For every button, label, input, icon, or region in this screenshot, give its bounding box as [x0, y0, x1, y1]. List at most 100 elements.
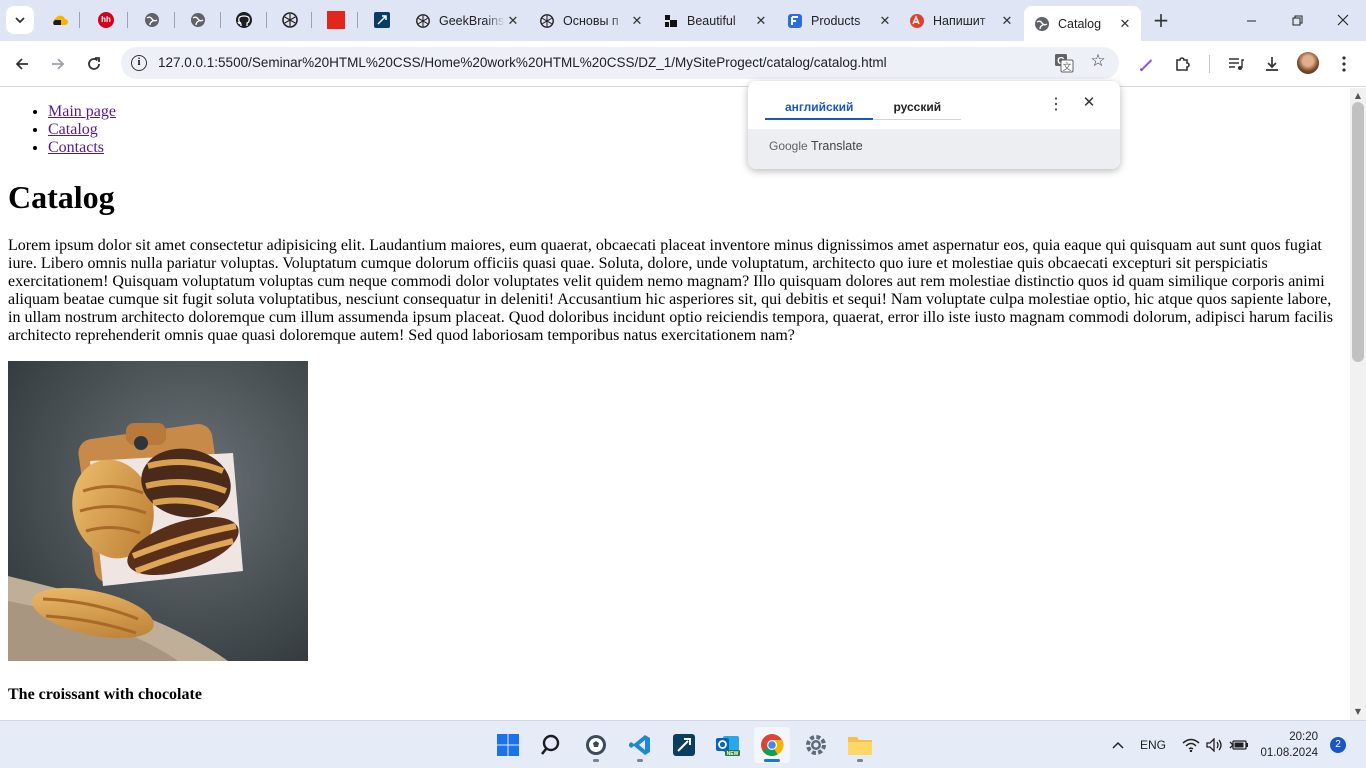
address-bar[interactable]: i 127.0.0.1:5500/Seminar%20HTML%20CSS/Ho…: [121, 47, 1119, 79]
pinned-tab-globe-1[interactable]: [141, 9, 163, 31]
bookmark-star-icon[interactable]: ☆: [1087, 51, 1109, 73]
scroll-down-arrow-icon[interactable]: ▼: [1353, 707, 1363, 717]
tab-title: Основы п: [563, 13, 619, 28]
red-square-icon: [327, 11, 345, 29]
taskbar-app-chrome[interactable]: [754, 727, 790, 763]
extensions-puzzle-icon[interactable]: [1171, 52, 1195, 76]
taskbar-app-game[interactable]: [578, 727, 614, 763]
translate-icon: G文: [1055, 54, 1074, 73]
tab-separator: [79, 12, 80, 28]
gear-icon: [806, 735, 826, 755]
openai-icon: [415, 13, 431, 29]
pinned-tab-globe-2[interactable]: [187, 9, 209, 31]
close-icon: [1337, 14, 1349, 26]
tab-beautiful[interactable]: Beautiful ✕: [653, 6, 777, 35]
minimize-button[interactable]: [1228, 8, 1274, 32]
close-icon[interactable]: ✕: [1081, 93, 1097, 113]
volume-icon[interactable]: [1206, 721, 1224, 768]
pen-app-icon: [374, 12, 390, 28]
close-icon[interactable]: ✕: [629, 13, 645, 29]
translate-app-icon: [909, 13, 925, 29]
vertical-scrollbar[interactable]: ▲ ▼: [1350, 88, 1366, 720]
tab-separator: [357, 12, 358, 28]
start-button[interactable]: [490, 727, 526, 763]
openai-icon: [282, 12, 298, 28]
download-icon[interactable]: [1260, 52, 1284, 76]
close-icon[interactable]: ✕: [1117, 16, 1133, 32]
folder-icon: [848, 737, 872, 755]
close-window-button[interactable]: [1320, 8, 1366, 32]
globe-icon: [145, 13, 159, 27]
pinned-tab-openai[interactable]: [279, 9, 301, 31]
back-button[interactable]: [8, 50, 36, 78]
taskbar-app-pen[interactable]: [666, 727, 702, 763]
reload-button[interactable]: [80, 50, 108, 78]
page-viewport: Main page Catalog Contacts Catalog Lorem…: [0, 88, 1350, 720]
site-info-icon[interactable]: i: [131, 55, 147, 71]
forward-button[interactable]: [44, 50, 72, 78]
pinned-tab-hh[interactable]: hh: [95, 9, 117, 31]
taskbar-app-explorer[interactable]: [842, 727, 878, 763]
pinned-tab-cloud[interactable]: [49, 9, 71, 31]
tab-geekbrains[interactable]: GeekBrains ✕: [405, 6, 529, 35]
wifi-icon[interactable]: [1182, 721, 1200, 768]
nav-item-main: Main page: [48, 103, 116, 121]
pinned-tab-red[interactable]: [325, 9, 347, 31]
running-indicator: [857, 759, 863, 762]
svg-text:文: 文: [1062, 61, 1071, 73]
tab-title: Catalog: [1058, 16, 1102, 31]
running-indicator: [764, 759, 780, 762]
tab-source-language[interactable]: английский: [765, 95, 874, 120]
tab-target-language[interactable]: русский: [873, 95, 962, 120]
close-icon[interactable]: ✕: [505, 13, 521, 29]
tab-separator: [266, 12, 267, 28]
arrow-left-icon: [15, 58, 28, 70]
nav-item-contacts: Contacts: [48, 139, 116, 157]
brand-google: Google: [769, 139, 808, 153]
outlook-icon: NEW: [716, 736, 740, 757]
profile-avatar[interactable]: [1297, 52, 1319, 74]
pinned-tab-scribe[interactable]: [371, 9, 393, 31]
new-tab-button[interactable]: +: [1150, 10, 1172, 32]
notification-badge[interactable]: 2: [1330, 737, 1346, 753]
pinned-tab-github[interactable]: [233, 9, 255, 31]
kebab-menu-icon[interactable]: [1332, 52, 1356, 76]
tab-products[interactable]: Products ✕: [777, 6, 901, 35]
tab-strip: hh GeekBrains ✕ Основы п ✕ Beautiful ✕ P…: [0, 0, 1366, 41]
taskbar-app-settings[interactable]: [798, 727, 834, 763]
close-icon[interactable]: ✕: [999, 13, 1015, 29]
taskbar-app-outlook[interactable]: NEW: [710, 727, 746, 763]
openai-icon: [539, 13, 555, 29]
tab-osnovy[interactable]: Основы п ✕: [529, 6, 653, 35]
pen-app-icon: [673, 734, 695, 756]
battery-icon[interactable]: [1229, 721, 1249, 768]
catalog-description: Lorem ipsum dolor sit amet consectetur a…: [8, 237, 1334, 344]
github-icon: [236, 12, 252, 28]
tab-catalog[interactable]: Catalog ✕: [1024, 6, 1141, 41]
more-options-icon[interactable]: ⋮: [1048, 94, 1064, 114]
product-name: The croissant with chocolate: [8, 686, 202, 703]
cloud-icon: [53, 15, 68, 25]
tab-napishite[interactable]: Напишит ✕: [899, 6, 1023, 35]
tab-search-button[interactable]: [6, 6, 34, 34]
scroll-up-arrow-icon[interactable]: ▲: [1353, 91, 1363, 101]
tab-title: GeekBrains: [439, 13, 505, 28]
tray-overflow-icon[interactable]: [1111, 721, 1125, 768]
scrollbar-thumb[interactable]: [1352, 102, 1364, 362]
media-control-icon[interactable]: [1224, 52, 1248, 76]
url-text[interactable]: 127.0.0.1:5500/Seminar%20HTML%20CSS/Home…: [158, 55, 887, 70]
brand-translate: Translate: [811, 139, 863, 153]
nav-link-main-page[interactable]: Main page: [48, 103, 116, 120]
translate-page-button[interactable]: G文: [1053, 52, 1075, 74]
system-clock[interactable]: 20:20 01.08.2024: [1258, 729, 1318, 761]
close-icon[interactable]: ✕: [877, 13, 893, 29]
close-icon[interactable]: ✕: [753, 13, 769, 29]
taskbar-search-button[interactable]: [534, 727, 570, 763]
pen-extension-icon[interactable]: [1134, 52, 1158, 76]
nav-link-contacts[interactable]: Contacts: [48, 139, 104, 156]
clock-time: 20:20: [1289, 731, 1318, 743]
restore-button[interactable]: [1274, 8, 1320, 32]
taskbar-app-vscode[interactable]: [622, 727, 658, 763]
nav-link-catalog[interactable]: Catalog: [48, 121, 98, 138]
input-language[interactable]: ENG: [1140, 721, 1166, 768]
